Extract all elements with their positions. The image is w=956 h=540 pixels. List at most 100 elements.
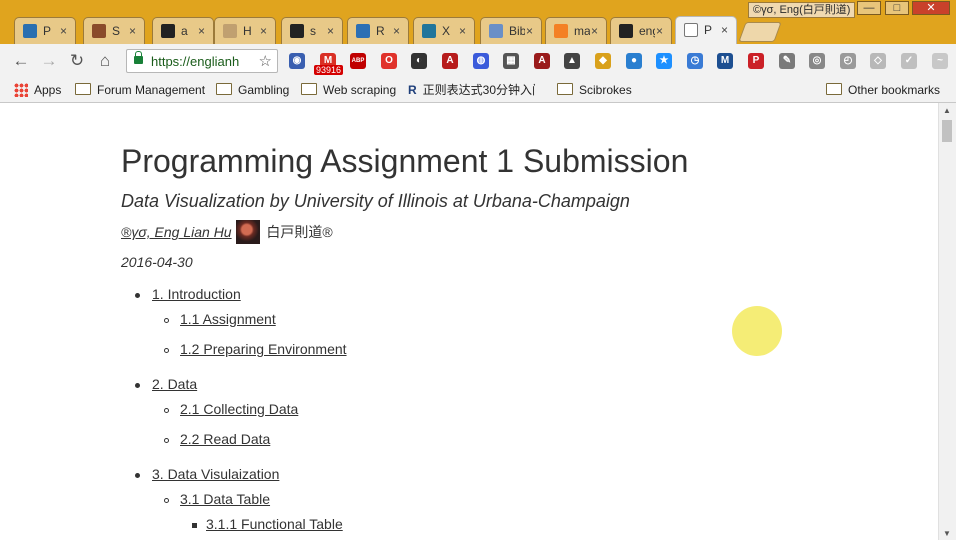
tab-close-icon[interactable]: × bbox=[60, 24, 67, 38]
maximize-button[interactable]: □ bbox=[885, 1, 909, 15]
tab-close-icon[interactable]: × bbox=[129, 24, 136, 38]
new-tab-button[interactable] bbox=[738, 22, 782, 42]
tab[interactable]: a × bbox=[152, 17, 214, 44]
tab-title: H bbox=[243, 24, 252, 38]
page-date: 2016-04-30 bbox=[121, 254, 193, 270]
author-link[interactable]: ®γσ, Eng Lian Hu bbox=[121, 224, 232, 240]
page-viewport: Programming Assignment 1 Submission Data… bbox=[4, 103, 938, 540]
close-window-button[interactable]: ✕ bbox=[912, 1, 950, 15]
camera-icon[interactable]: ◎ bbox=[809, 53, 825, 69]
tab-title: S bbox=[112, 24, 121, 38]
adblock-icon[interactable]: ABP bbox=[350, 53, 366, 69]
pdf-icon[interactable]: A bbox=[442, 53, 458, 69]
page-icon bbox=[684, 23, 698, 37]
scroll-up-arrow-icon[interactable]: ▲ bbox=[943, 106, 951, 115]
tab-close-icon[interactable]: × bbox=[656, 24, 663, 38]
profile-name[interactable]: ©γσ, Eng(白戸則道) bbox=[748, 2, 856, 18]
toc-link[interactable]: 2.2 Read Data bbox=[180, 431, 270, 447]
shield-icon[interactable]: ◆ bbox=[595, 53, 611, 69]
opera-icon[interactable]: O bbox=[381, 53, 397, 69]
bookmark-web-scraping[interactable]: Web scraping bbox=[301, 83, 396, 97]
tab-close-icon[interactable]: × bbox=[327, 24, 334, 38]
tab-close-icon[interactable]: × bbox=[198, 24, 205, 38]
lock-icon bbox=[134, 51, 143, 64]
toc-item: 2.1 Collecting Data bbox=[180, 401, 298, 417]
toc-item: 2.2 Read Data bbox=[180, 431, 270, 447]
scroll-thumb[interactable] bbox=[942, 120, 952, 142]
bookmark-regex[interactable]: R 正则表达式30分钟入门 bbox=[408, 83, 535, 97]
tab[interactable]: Bibli× bbox=[480, 17, 542, 44]
owl-icon[interactable]: ◐ bbox=[411, 53, 427, 69]
bookmark-scibrokes[interactable]: Scibrokes bbox=[557, 83, 632, 97]
toc-link[interactable]: 1.1 Assignment bbox=[180, 311, 276, 327]
bookmark-star-icon[interactable]: ☆ bbox=[259, 52, 272, 70]
cursor-highlight bbox=[732, 306, 782, 356]
globe-flag-icon[interactable]: ◉ bbox=[289, 53, 305, 69]
toc-link[interactable]: 3. Data Visulaization bbox=[152, 466, 279, 482]
tab-title: Bibli bbox=[509, 24, 525, 38]
author-suffix: 白戸則道® bbox=[266, 224, 333, 240]
reload-button[interactable]: ↻ bbox=[68, 52, 86, 70]
tab[interactable]: H × bbox=[214, 17, 276, 44]
tab[interactable]: P × bbox=[14, 17, 76, 44]
vertical-scrollbar[interactable]: ▲ ▼ bbox=[938, 103, 956, 540]
bullet bbox=[164, 438, 169, 443]
tab[interactable]: X × bbox=[413, 17, 475, 44]
tab[interactable]: mar× bbox=[545, 17, 607, 44]
drop-icon[interactable]: ● bbox=[626, 53, 642, 69]
tab-close-icon[interactable]: × bbox=[721, 23, 728, 37]
tab-title: a bbox=[181, 24, 188, 38]
tab[interactable]: S × bbox=[83, 17, 145, 44]
bullet bbox=[164, 498, 169, 503]
tab[interactable]: R × bbox=[347, 17, 409, 44]
tab-close-icon[interactable]: × bbox=[591, 24, 598, 38]
tab-title: s bbox=[310, 24, 316, 38]
tools-icon[interactable]: ✎ bbox=[779, 53, 795, 69]
folder-icon bbox=[557, 83, 573, 95]
timer-icon[interactable]: ◴ bbox=[840, 53, 856, 69]
author-line: ®γσ, Eng Lian Hu 白戸則道® bbox=[121, 220, 333, 244]
m-icon[interactable]: M bbox=[717, 53, 733, 69]
photo-icon bbox=[92, 24, 106, 38]
tab[interactable]: s × bbox=[281, 17, 343, 44]
bookmark-apps[interactable]: Apps bbox=[14, 83, 61, 97]
bullet bbox=[192, 523, 197, 528]
fish-icon[interactable]: ~ bbox=[932, 53, 948, 69]
bookmark-forum-management[interactable]: Forum Management bbox=[75, 83, 205, 97]
pdf2-icon[interactable]: A bbox=[534, 53, 550, 69]
gmail-unread-badge: 93916 bbox=[314, 65, 344, 75]
check-icon[interactable]: ✓ bbox=[901, 53, 917, 69]
tab-close-icon[interactable]: × bbox=[459, 24, 466, 38]
tab-title: engl bbox=[639, 24, 655, 38]
pinterest-icon[interactable]: P bbox=[748, 53, 764, 69]
toc-link[interactable]: 1.2 Preparing Environment bbox=[180, 341, 347, 357]
tab[interactable]: P × bbox=[675, 16, 737, 44]
back-button[interactable]: ← bbox=[12, 52, 30, 70]
toc-link[interactable]: 3.1 Data Table bbox=[180, 491, 270, 507]
star-ext-icon[interactable]: ★ bbox=[656, 53, 672, 69]
home-button[interactable]: ⌂ bbox=[96, 52, 114, 70]
tab[interactable]: engl× bbox=[610, 17, 672, 44]
minimize-button[interactable]: — bbox=[857, 1, 881, 15]
toc-link[interactable]: 3.1.1 Functional Table bbox=[206, 516, 343, 532]
toc-link[interactable]: 2.1 Collecting Data bbox=[180, 401, 298, 417]
toc-link[interactable]: 2. Data bbox=[152, 376, 197, 392]
clock-icon[interactable]: ◷ bbox=[687, 53, 703, 69]
toc-link[interactable]: 1. Introduction bbox=[152, 286, 241, 302]
stackoverflow-icon bbox=[554, 24, 568, 38]
tab-close-icon[interactable]: × bbox=[393, 24, 400, 38]
ublock-icon[interactable]: ▲ bbox=[564, 53, 580, 69]
url-text[interactable]: https://englianh bbox=[151, 54, 249, 69]
bookmark-gambling[interactable]: Gambling bbox=[216, 83, 289, 97]
shield2-icon[interactable]: ◇ bbox=[870, 53, 886, 69]
forward-button[interactable]: → bbox=[40, 52, 58, 70]
bookmark-other[interactable]: Other bookmarks bbox=[826, 83, 940, 97]
address-bar[interactable]: https://englianh ☆ bbox=[126, 49, 278, 73]
toc-item: 3.1.1 Functional Table bbox=[206, 516, 343, 532]
photo-icon[interactable]: ▦ bbox=[503, 53, 519, 69]
bookmarks-bar: Apps Forum Management Gambling Web scrap… bbox=[0, 78, 956, 103]
tab-close-icon[interactable]: × bbox=[526, 24, 533, 38]
scroll-down-arrow-icon[interactable]: ▼ bbox=[943, 529, 951, 538]
proxy-icon[interactable]: ◍ bbox=[473, 53, 489, 69]
tab-close-icon[interactable]: × bbox=[260, 24, 267, 38]
